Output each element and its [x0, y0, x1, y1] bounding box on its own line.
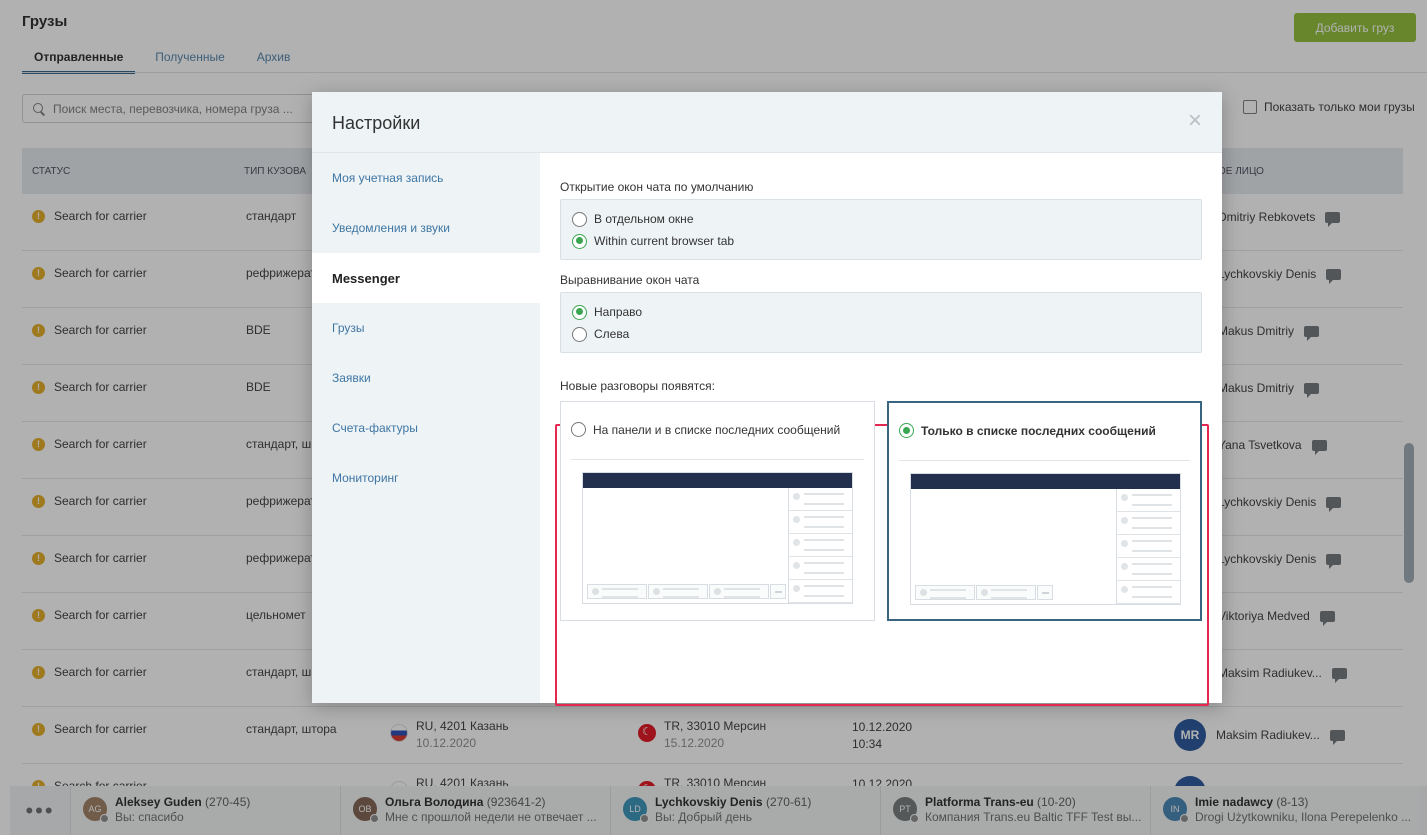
- modal-title: Настройки: [332, 113, 421, 133]
- option-label: В отдельном окне: [594, 212, 694, 226]
- open-chat-option-current-tab[interactable]: Within current browser tab: [561, 230, 1201, 252]
- radio-icon: [571, 422, 586, 437]
- option-label: Слева: [594, 327, 630, 341]
- open-chat-options: В отдельном окне Within current browser …: [560, 199, 1202, 260]
- option-caption: Только в списке последних сообщений: [899, 423, 1156, 438]
- new-conv-option-panel-and-list[interactable]: На панели и в списке последних сообщений: [560, 401, 875, 621]
- align-label: Выравнивание окон чата: [560, 273, 700, 287]
- messenger-settings: Открытие окон чата по умолчанию В отдель…: [540, 153, 1222, 706]
- radio-icon: [572, 211, 587, 227]
- align-option-left[interactable]: Слева: [561, 323, 1201, 345]
- nav-messenger[interactable]: Messenger: [312, 253, 540, 303]
- nav-requests[interactable]: Заявки: [312, 353, 540, 403]
- option-label: На панели и в списке последних сообщений: [593, 422, 841, 437]
- divider: [899, 460, 1190, 461]
- radio-selected-icon: [899, 423, 914, 438]
- radio-selected-icon: [572, 304, 587, 320]
- close-icon[interactable]: ×: [1188, 109, 1202, 133]
- radio-selected-icon: [572, 233, 587, 249]
- nav-cargo[interactable]: Грузы: [312, 303, 540, 353]
- option-caption: На панели и в списке последних сообщений: [571, 422, 840, 437]
- align-options: Направо Слева: [560, 292, 1202, 353]
- align-option-right[interactable]: Направо: [561, 301, 1201, 323]
- settings-modal: Настройки × Моя учетная запись Уведомлен…: [312, 92, 1222, 706]
- option-label: Within current browser tab: [594, 234, 735, 248]
- nav-notifications[interactable]: Уведомления и звуки: [312, 203, 540, 253]
- nav-my-account[interactable]: Моя учетная запись: [312, 153, 540, 203]
- open-chat-option-new-window[interactable]: В отдельном окне: [561, 208, 1201, 230]
- layout-preview-image: [582, 472, 853, 604]
- new-conversations-label: Новые разговоры появятся:: [560, 379, 715, 393]
- option-label: Только в списке последних сообщений: [921, 423, 1156, 438]
- radio-icon: [572, 326, 587, 342]
- option-label: Направо: [594, 305, 643, 319]
- new-conv-option-list-only[interactable]: Только в списке последних сообщений: [887, 401, 1202, 621]
- open-chat-label: Открытие окон чата по умолчанию: [560, 180, 754, 194]
- settings-sidebar: Моя учетная запись Уведомления и звуки M…: [312, 153, 540, 703]
- nav-monitoring[interactable]: Мониторинг: [312, 453, 540, 503]
- divider: [571, 459, 864, 460]
- modal-header: Настройки ×: [312, 92, 1222, 153]
- nav-invoices[interactable]: Счета-фактуры: [312, 403, 540, 453]
- layout-preview-image: [910, 473, 1181, 605]
